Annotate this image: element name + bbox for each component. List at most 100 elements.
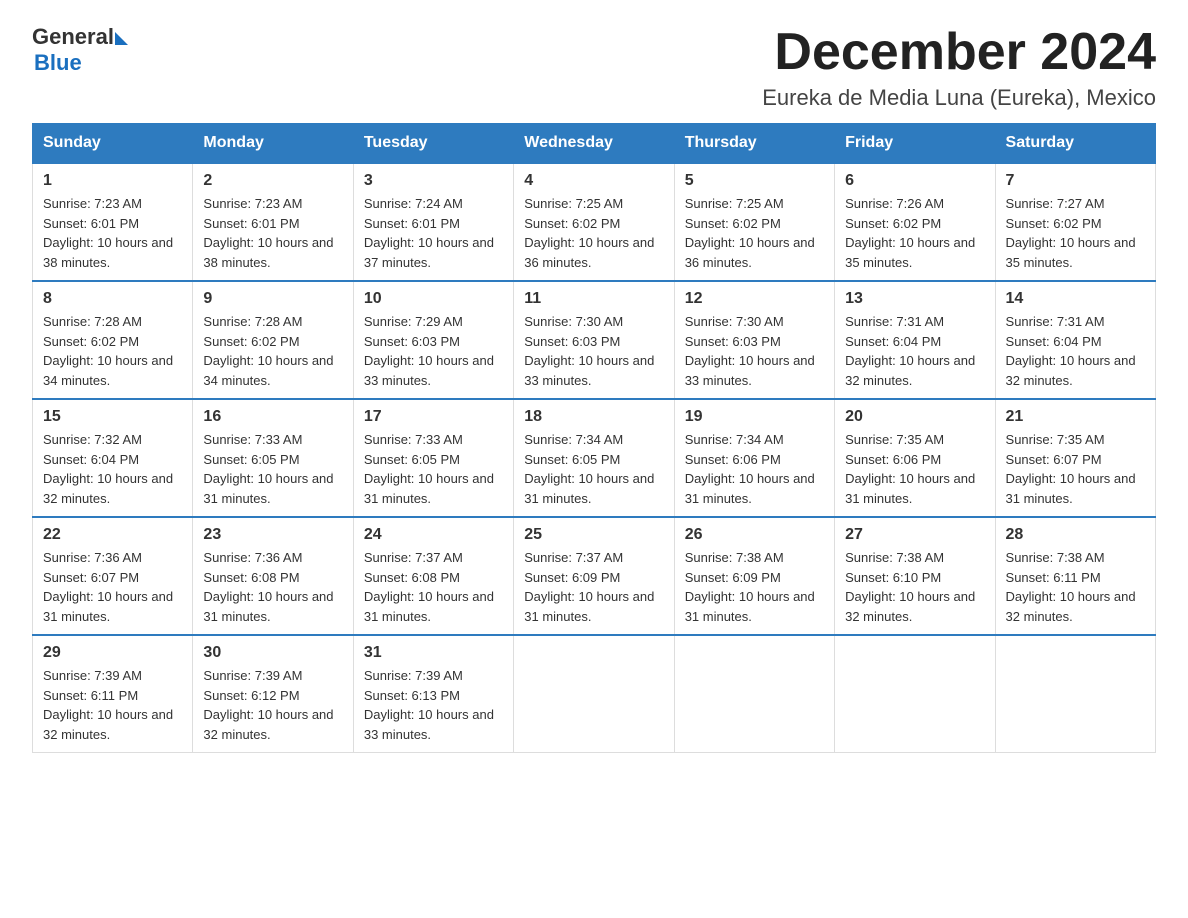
calendar-cell: 11 Sunrise: 7:30 AMSunset: 6:03 PMDayligh… [514,281,674,399]
calendar-cell: 23 Sunrise: 7:36 AMSunset: 6:08 PMDayligh… [193,517,353,635]
calendar-cell: 8 Sunrise: 7:28 AMSunset: 6:02 PMDaylight… [33,281,193,399]
calendar-cell [674,635,834,753]
calendar-week-row: 8 Sunrise: 7:28 AMSunset: 6:02 PMDaylight… [33,281,1156,399]
day-info: Sunrise: 7:37 AMSunset: 6:08 PMDaylight:… [364,550,494,624]
calendar-cell: 26 Sunrise: 7:38 AMSunset: 6:09 PMDayligh… [674,517,834,635]
day-number: 9 [203,290,342,308]
calendar-cell [514,635,674,753]
day-number: 25 [524,526,663,544]
calendar-cell: 30 Sunrise: 7:39 AMSunset: 6:12 PMDayligh… [193,635,353,753]
day-info: Sunrise: 7:30 AMSunset: 6:03 PMDaylight:… [524,314,654,388]
day-info: Sunrise: 7:39 AMSunset: 6:11 PMDaylight:… [43,668,173,742]
calendar-cell: 9 Sunrise: 7:28 AMSunset: 6:02 PMDaylight… [193,281,353,399]
header-tuesday: Tuesday [353,124,513,164]
calendar-cell: 1Sunrise: 7:23 AMSunset: 6:01 PMDaylight… [33,163,193,281]
calendar-cell: 20 Sunrise: 7:35 AMSunset: 6:06 PMDayligh… [835,399,995,517]
day-info: Sunrise: 7:27 AMSunset: 6:02 PMDaylight:… [1006,196,1136,270]
day-number: 24 [364,526,503,544]
calendar-cell: 31Sunrise: 7:39 AMSunset: 6:13 PMDayligh… [353,635,513,753]
calendar-cell: 10 Sunrise: 7:29 AMSunset: 6:03 PMDayligh… [353,281,513,399]
day-number: 29 [43,644,182,662]
day-number: 14 [1006,290,1145,308]
page-header: General Blue December 2024 Eureka de Med… [32,24,1156,111]
calendar-cell: 16 Sunrise: 7:33 AMSunset: 6:05 PMDayligh… [193,399,353,517]
day-number: 6 [845,172,984,190]
day-number: 1 [43,172,182,190]
day-info: Sunrise: 7:23 AMSunset: 6:01 PMDaylight:… [203,196,333,270]
calendar-header-row: SundayMondayTuesdayWednesdayThursdayFrid… [33,124,1156,164]
day-info: Sunrise: 7:35 AMSunset: 6:07 PMDaylight:… [1006,432,1136,506]
day-info: Sunrise: 7:39 AMSunset: 6:13 PMDaylight:… [364,668,494,742]
day-number: 23 [203,526,342,544]
calendar-cell: 15 Sunrise: 7:32 AMSunset: 6:04 PMDayligh… [33,399,193,517]
calendar-week-row: 22 Sunrise: 7:36 AMSunset: 6:07 PMDayligh… [33,517,1156,635]
calendar-cell: 25 Sunrise: 7:37 AMSunset: 6:09 PMDayligh… [514,517,674,635]
day-number: 18 [524,408,663,426]
day-number: 8 [43,290,182,308]
day-info: Sunrise: 7:32 AMSunset: 6:04 PMDaylight:… [43,432,173,506]
header-saturday: Saturday [995,124,1155,164]
day-info: Sunrise: 7:37 AMSunset: 6:09 PMDaylight:… [524,550,654,624]
calendar-cell: 24 Sunrise: 7:37 AMSunset: 6:08 PMDayligh… [353,517,513,635]
day-info: Sunrise: 7:26 AMSunset: 6:02 PMDaylight:… [845,196,975,270]
calendar-cell: 4 Sunrise: 7:25 AMSunset: 6:02 PMDaylight… [514,163,674,281]
day-info: Sunrise: 7:29 AMSunset: 6:03 PMDaylight:… [364,314,494,388]
day-info: Sunrise: 7:30 AMSunset: 6:03 PMDaylight:… [685,314,815,388]
day-info: Sunrise: 7:31 AMSunset: 6:04 PMDaylight:… [845,314,975,388]
day-info: Sunrise: 7:38 AMSunset: 6:09 PMDaylight:… [685,550,815,624]
day-number: 27 [845,526,984,544]
day-number: 30 [203,644,342,662]
calendar-cell [995,635,1155,753]
day-number: 10 [364,290,503,308]
day-info: Sunrise: 7:39 AMSunset: 6:12 PMDaylight:… [203,668,333,742]
calendar-week-row: 15 Sunrise: 7:32 AMSunset: 6:04 PMDayligh… [33,399,1156,517]
day-number: 28 [1006,526,1145,544]
calendar-week-row: 29 Sunrise: 7:39 AMSunset: 6:11 PMDayligh… [33,635,1156,753]
day-number: 22 [43,526,182,544]
day-info: Sunrise: 7:38 AMSunset: 6:10 PMDaylight:… [845,550,975,624]
calendar-cell: 7Sunrise: 7:27 AMSunset: 6:02 PMDaylight… [995,163,1155,281]
day-number: 21 [1006,408,1145,426]
calendar-cell: 12Sunrise: 7:30 AMSunset: 6:03 PMDayligh… [674,281,834,399]
calendar-cell [835,635,995,753]
day-info: Sunrise: 7:33 AMSunset: 6:05 PMDaylight:… [364,432,494,506]
calendar-cell: 19Sunrise: 7:34 AMSunset: 6:06 PMDayligh… [674,399,834,517]
calendar-cell: 13Sunrise: 7:31 AMSunset: 6:04 PMDayligh… [835,281,995,399]
calendar-cell: 29 Sunrise: 7:39 AMSunset: 6:11 PMDayligh… [33,635,193,753]
day-number: 26 [685,526,824,544]
day-info: Sunrise: 7:36 AMSunset: 6:07 PMDaylight:… [43,550,173,624]
calendar-title-block: December 2024 Eureka de Media Luna (Eure… [762,24,1156,111]
logo-general-text: General [32,24,114,50]
day-info: Sunrise: 7:36 AMSunset: 6:08 PMDaylight:… [203,550,333,624]
day-number: 15 [43,408,182,426]
day-info: Sunrise: 7:25 AMSunset: 6:02 PMDaylight:… [524,196,654,270]
day-number: 3 [364,172,503,190]
day-info: Sunrise: 7:28 AMSunset: 6:02 PMDaylight:… [43,314,173,388]
day-number: 5 [685,172,824,190]
day-info: Sunrise: 7:25 AMSunset: 6:02 PMDaylight:… [685,196,815,270]
day-number: 11 [524,290,663,308]
calendar-week-row: 1 Sunrise: 7:23 AMSunset: 6:01 PMDaylight… [33,163,1156,281]
calendar-cell: 28 Sunrise: 7:38 AMSunset: 6:11 PMDayligh… [995,517,1155,635]
logo-triangle-icon [115,32,128,45]
day-number: 20 [845,408,984,426]
day-info: Sunrise: 7:38 AMSunset: 6:11 PMDaylight:… [1006,550,1136,624]
calendar-cell: 22 Sunrise: 7:36 AMSunset: 6:07 PMDayligh… [33,517,193,635]
header-thursday: Thursday [674,124,834,164]
logo: General Blue [32,24,128,76]
header-wednesday: Wednesday [514,124,674,164]
day-info: Sunrise: 7:28 AMSunset: 6:02 PMDaylight:… [203,314,333,388]
day-info: Sunrise: 7:34 AMSunset: 6:05 PMDaylight:… [524,432,654,506]
header-sunday: Sunday [33,124,193,164]
day-info: Sunrise: 7:34 AMSunset: 6:06 PMDaylight:… [685,432,815,506]
day-number: 4 [524,172,663,190]
day-number: 16 [203,408,342,426]
day-number: 2 [203,172,342,190]
calendar-cell: 21 Sunrise: 7:35 AMSunset: 6:07 PMDayligh… [995,399,1155,517]
calendar-cell: 18 Sunrise: 7:34 AMSunset: 6:05 PMDayligh… [514,399,674,517]
day-info: Sunrise: 7:33 AMSunset: 6:05 PMDaylight:… [203,432,333,506]
header-friday: Friday [835,124,995,164]
day-number: 17 [364,408,503,426]
calendar-cell: 6 Sunrise: 7:26 AMSunset: 6:02 PMDaylight… [835,163,995,281]
day-info: Sunrise: 7:35 AMSunset: 6:06 PMDaylight:… [845,432,975,506]
